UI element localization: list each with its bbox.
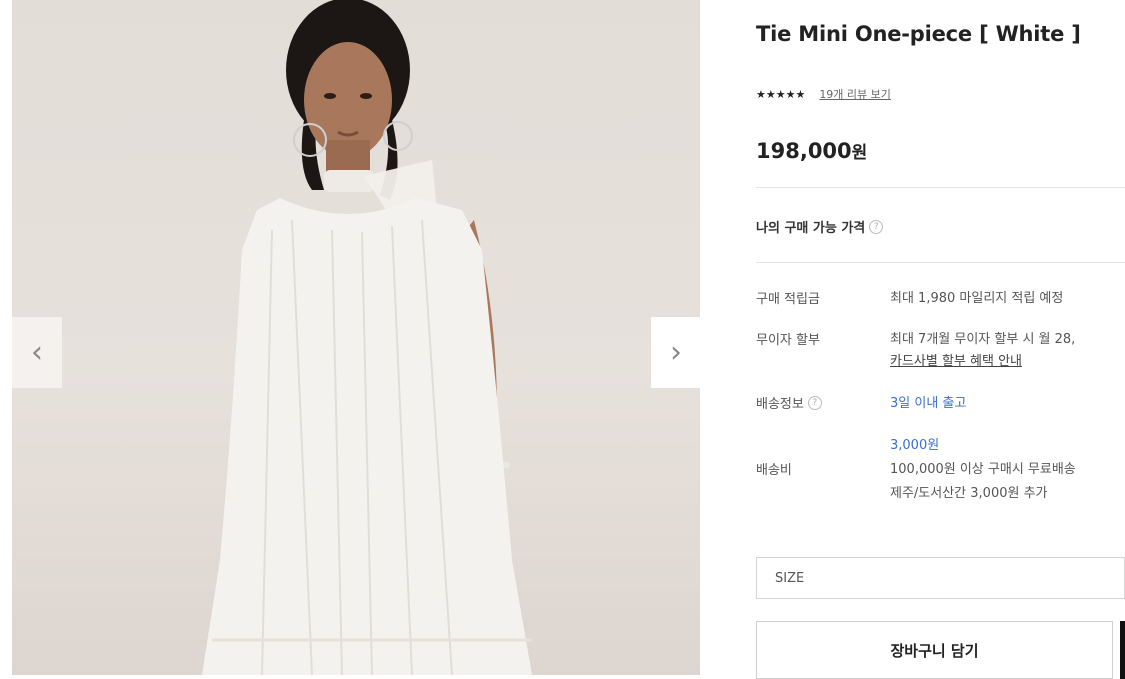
installment-value: 최대 7개월 무이자 할부 시 월 28, xyxy=(890,332,1076,347)
size-select-label: SIZE xyxy=(775,570,805,586)
divider xyxy=(756,262,1125,263)
buy-now-button[interactable] xyxy=(1120,621,1125,679)
model-photo xyxy=(202,0,532,675)
prev-image-button[interactable]: ‹ xyxy=(12,317,62,388)
product-price: 198,000원 xyxy=(756,138,867,163)
product-title: Tie Mini One-piece [ White ] xyxy=(756,22,1081,46)
size-select[interactable]: SIZE xyxy=(756,557,1125,599)
review-link[interactable]: 19개 리뷰 보기 xyxy=(819,86,891,102)
help-icon[interactable]: ? xyxy=(807,395,822,410)
shipping-label: 배송정보 xyxy=(756,397,804,412)
add-to-cart-label: 장바구니 담기 xyxy=(890,641,979,660)
add-to-cart-button[interactable]: 장바구니 담기 xyxy=(756,621,1113,679)
installment-label: 무이자 할부 xyxy=(756,333,820,348)
price-unit: 원 xyxy=(851,143,868,163)
product-image xyxy=(12,0,700,675)
price-number: 198,000 xyxy=(756,139,852,163)
fee-free-text: 100,000원 이상 구매시 무료배송 xyxy=(890,462,1076,477)
points-value: 최대 1,980 마일리지 적립 예정 xyxy=(890,291,1064,306)
shipping-label-wrap: 배송정보 ? xyxy=(756,393,822,412)
card-installment-link[interactable]: 카드사별 할부 혜택 안내 xyxy=(890,351,1022,373)
points-label: 구매 적립금 xyxy=(756,292,820,307)
my-price-toggle[interactable]: 나의 구매 가능 가격 ? xyxy=(756,217,884,236)
chevron-right-icon: › xyxy=(670,335,682,370)
fee-label: 배송비 xyxy=(756,463,792,478)
fee-extra-text: 제주/도서산간 3,000원 추가 xyxy=(890,486,1048,501)
next-image-button[interactable]: › xyxy=(651,317,701,388)
my-price-label: 나의 구매 가능 가격 xyxy=(756,221,866,236)
help-icon[interactable]: ? xyxy=(869,219,884,234)
rating-row: ★★★★★ 19개 리뷰 보기 xyxy=(756,86,891,102)
star-rating-icon: ★★★★★ xyxy=(756,87,806,101)
chevron-left-icon: ‹ xyxy=(31,335,43,370)
shipping-value: 3일 이내 출고 xyxy=(890,396,967,411)
fee-amount: 3,000원 xyxy=(890,438,940,453)
divider xyxy=(756,187,1125,188)
product-info-panel: Tie Mini One-piece [ White ] ★★★★★ 19개 리… xyxy=(756,0,1125,679)
